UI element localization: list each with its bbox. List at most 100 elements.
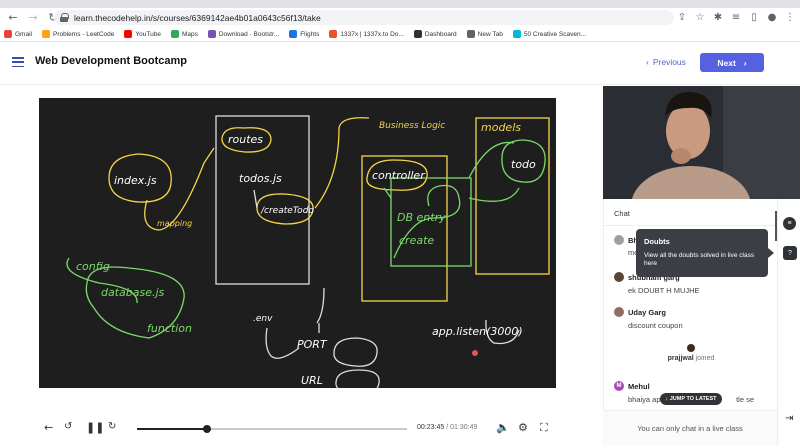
progress-fill (137, 428, 208, 430)
bookmark-item[interactable]: 1337x | 1337x.to Do... (329, 30, 404, 38)
bookmark-item[interactable]: 50 Creative Scaven... (512, 30, 586, 38)
bookmark-label: 50 Creative Scaven... (523, 30, 586, 38)
instructor-video (603, 86, 800, 199)
bookmark-label: New Tab (477, 30, 503, 38)
wb-index: index.js (114, 174, 157, 187)
star-icon[interactable]: ☆ (694, 10, 706, 24)
wb-create2: create (399, 234, 434, 247)
rewind-10-icon[interactable]: ↺ (64, 421, 72, 432)
share-icon[interactable]: ⇪ (676, 10, 688, 24)
bookmark-item[interactable]: Download · Bootstr... (207, 30, 280, 38)
fullscreen-icon[interactable]: ⛶ (540, 421, 548, 435)
exit-icon[interactable]: ⇥ (785, 413, 793, 424)
doubts-tooltip: Doubts View all the doubts solved in liv… (636, 229, 774, 277)
wb-todos: todos.js (239, 172, 282, 185)
message-text: discount coupon (628, 321, 683, 330)
todos-arrow (253, 189, 258, 209)
bookmark-favicon-icon (413, 30, 422, 38)
message-author: Uday Garg (628, 307, 666, 317)
bookmark-favicon-icon (329, 30, 338, 38)
message-author: Mehul (628, 381, 650, 391)
browser-tab-strip (0, 0, 800, 8)
wb-app-listen: app.listen(3000) (432, 325, 523, 338)
wb-config: config (76, 260, 110, 273)
progress-knob[interactable] (203, 425, 212, 433)
bookmark-item[interactable]: Problems - LeetCode (41, 30, 115, 38)
joined-user: prajjwal (667, 355, 694, 362)
wb-function: function (147, 322, 192, 335)
chat-message: Bh mo (614, 235, 638, 257)
forward-icon[interactable]: → (26, 11, 40, 25)
video-frame[interactable]: index.js routes todos.js /createTodo Bus… (39, 98, 556, 395)
lock-icon (60, 13, 69, 22)
bookmark-item[interactable]: YouTube (124, 30, 161, 38)
chat-icon[interactable]: ≡ (783, 217, 796, 230)
back-arrow-icon[interactable]: ← (44, 421, 53, 434)
tooltip-title: Doubts (644, 237, 670, 246)
sidepanel-icon[interactable]: ▯ (748, 10, 760, 24)
pause-icon[interactable]: ❚❚ (86, 421, 104, 434)
forward-10-icon[interactable]: ↻ (108, 421, 116, 432)
avatar (614, 307, 624, 317)
wb-url: URL (301, 374, 323, 387)
avatar (614, 235, 624, 245)
kebab-icon[interactable]: ⋮ (784, 10, 796, 24)
pointer-dot (472, 350, 478, 356)
joined-text: joined (695, 355, 715, 362)
duration: 01:30:49 (450, 424, 478, 431)
business-arrow (314, 117, 370, 209)
jump-to-latest-button[interactable]: ↓ JUMP TO LATEST (660, 393, 722, 405)
bookmark-label: YouTube (135, 30, 161, 38)
url-field[interactable]: learn.thecodehelp.in/s/courses/6369142ae… (54, 10, 674, 25)
bookmark-item[interactable]: Flights (289, 30, 319, 38)
hamburger-icon[interactable] (12, 57, 24, 67)
bookmark-item[interactable]: Maps (170, 30, 198, 38)
next-button[interactable]: Next › (700, 53, 764, 72)
doubts-icon[interactable]: ? (783, 246, 797, 260)
avatar: M (614, 381, 624, 391)
bookmark-label: Problems - LeetCode (52, 30, 115, 38)
extensions-icon[interactable]: ✱ (712, 10, 724, 24)
progress-track[interactable] (137, 425, 407, 433)
bookmark-label: Maps (181, 30, 198, 38)
bookmarks-bar: Gmail Problems - LeetCode YouTube Maps Downl… (0, 27, 800, 42)
wb-db: DB entry (397, 211, 446, 224)
player-controls: ← ↺ ❚❚ ↻ 00:23:45 / 01:30:49 🔈 ⚙ ⛶ (0, 418, 603, 440)
profile-icon[interactable]: ● (766, 10, 778, 24)
chevron-left-icon: ‹ (646, 57, 649, 67)
menu-icon[interactable]: ≡ (730, 10, 742, 24)
back-icon[interactable]: ← (6, 11, 20, 25)
app-header: Web Development Bootcamp ‹ Previous Next… (0, 43, 800, 85)
mapping-arrow (144, 147, 215, 231)
tooltip-text: View all the doubts solved in live class… (644, 252, 755, 268)
bookmark-item[interactable]: Gmail (4, 30, 32, 38)
url-blob (335, 369, 380, 395)
bookmark-label: Download · Bootstr... (218, 30, 280, 38)
wb-env: .env (253, 314, 273, 324)
previous-button[interactable]: ‹ Previous (646, 57, 686, 67)
url-text: learn.thecodehelp.in/s/courses/6369142ae… (74, 12, 321, 23)
bookmark-favicon-icon (4, 30, 12, 38)
wb-todo: todo (511, 158, 536, 171)
message-text: bhaiya ap (628, 395, 661, 404)
message-text: ek DOUBT H MUJHE (628, 286, 700, 295)
whiteboard-drawing: index.js routes todos.js /createTodo Bus… (66, 115, 550, 395)
previous-label: Previous (652, 57, 686, 67)
bookmark-favicon-icon (289, 30, 298, 38)
wb-mapping: mapping (157, 219, 192, 228)
wb-models: models (481, 121, 521, 134)
bookmark-item[interactable]: Dashboard (413, 30, 457, 38)
chat-scrollbar[interactable] (775, 211, 777, 241)
bookmark-item[interactable]: New Tab (466, 30, 503, 38)
settings-icon[interactable]: ⚙ (518, 421, 528, 434)
chat-title: Chat (614, 209, 630, 218)
volume-icon[interactable]: 🔈 (496, 421, 510, 434)
avatar (687, 344, 695, 352)
bookmark-favicon-icon (41, 30, 50, 38)
bookmark-favicon-icon (124, 30, 133, 38)
port-blob (333, 337, 378, 367)
bookmark-label: 1337x | 1337x.to Do... (340, 30, 404, 38)
join-notice: prajjwal joined (604, 344, 778, 362)
next-label: Next (717, 57, 736, 68)
wb-business: Business Logic (379, 121, 445, 131)
